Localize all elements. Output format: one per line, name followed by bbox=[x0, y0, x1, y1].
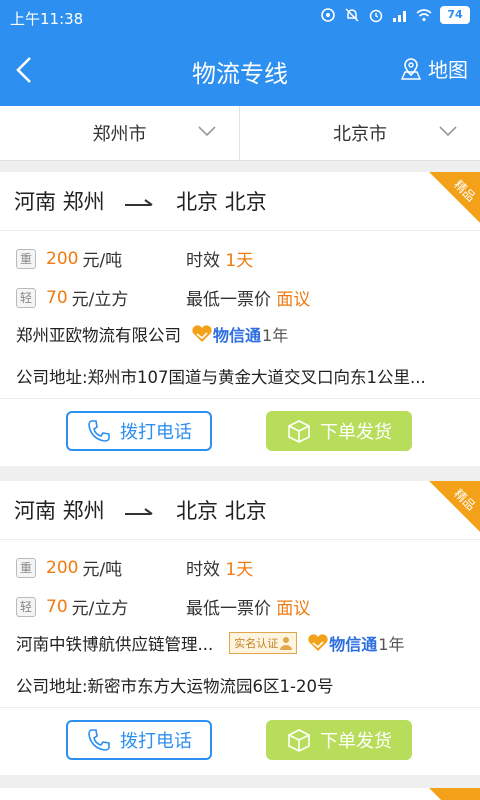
order-button[interactable]: 下单发货 bbox=[266, 411, 412, 451]
company-address: 公司地址:郑州市107国道与黄金大道交叉口向东1公里... bbox=[16, 368, 426, 387]
premium-ribbon: 精品 bbox=[428, 481, 480, 533]
to-city-dropdown[interactable]: 北京市 bbox=[240, 106, 480, 160]
city-filter-bar: 郑州市 北京市 bbox=[0, 106, 480, 161]
wuxintong-badge: 物信通 1年 bbox=[191, 322, 288, 346]
phone-icon bbox=[88, 729, 110, 751]
call-button[interactable]: 拨打电话 bbox=[66, 720, 212, 760]
light-tag: 轻 bbox=[16, 596, 36, 617]
light-unit: 元/立方 bbox=[71, 599, 129, 619]
route: 河南 郑州 北京 北京 bbox=[14, 495, 267, 525]
phone-icon bbox=[88, 420, 110, 442]
listing-card[interactable]: 精品 河南 郑州 北京 北京 重 200 元/吨 时效 1天 轻 70 元/立方… bbox=[0, 172, 480, 466]
premium-ribbon: 精品 bbox=[428, 172, 480, 224]
route-from: 河南 郑州 bbox=[14, 499, 105, 523]
order-button[interactable]: 下单发货 bbox=[266, 720, 412, 760]
map-button[interactable]: 地图 bbox=[400, 54, 468, 83]
map-pin-icon bbox=[400, 57, 422, 80]
light-unit: 元/立方 bbox=[71, 290, 129, 310]
map-label: 地图 bbox=[428, 58, 468, 82]
divider bbox=[0, 707, 480, 708]
light-price: 70 bbox=[46, 596, 68, 617]
transit-time: 时效 1天 bbox=[186, 251, 254, 271]
min-price: 最低一票价 面议 bbox=[186, 290, 311, 310]
divider bbox=[0, 230, 480, 231]
light-price-row: 轻 70 元/立方 bbox=[16, 594, 128, 619]
light-tag: 轻 bbox=[16, 287, 36, 308]
verified-badge: 实名认证 bbox=[229, 632, 298, 654]
listing-card[interactable]: 精品 河南 郑州 北京 北京 重 200 元/吨 时效 1天 轻 70 元/立方… bbox=[0, 481, 480, 775]
box-icon bbox=[288, 729, 310, 752]
light-price: 70 bbox=[46, 287, 68, 308]
status-bar: 上午11:38 74 bbox=[0, 0, 480, 34]
arrow-right-icon bbox=[125, 199, 153, 206]
call-button[interactable]: 拨打电话 bbox=[66, 411, 212, 451]
company-name: 河南中铁博航供应链管理... 实名认证 物信通 1年 bbox=[16, 631, 404, 655]
status-icons: 74 bbox=[320, 6, 470, 24]
arrow-right-icon bbox=[125, 508, 153, 515]
signal-icon bbox=[393, 11, 406, 22]
route-from: 河南 郑州 bbox=[14, 190, 105, 214]
heavy-price: 200 bbox=[46, 557, 79, 578]
battery-icon: 74 bbox=[440, 6, 470, 24]
heavy-price-row: 重 200 元/吨 bbox=[16, 246, 122, 271]
from-city-dropdown[interactable]: 郑州市 bbox=[0, 106, 240, 160]
heart-handshake-icon bbox=[308, 634, 328, 651]
heavy-tag: 重 bbox=[16, 557, 36, 578]
route: 河南 郑州 北京 北京 bbox=[14, 186, 267, 216]
transit-time: 时效 1天 bbox=[186, 560, 254, 580]
wifi-icon bbox=[416, 9, 432, 22]
company-address: 公司地址:新密市东方大运物流园6区1-20号 bbox=[16, 677, 334, 696]
heavy-price: 200 bbox=[46, 248, 79, 269]
to-city-label: 北京市 bbox=[333, 124, 387, 145]
premium-ribbon bbox=[428, 788, 480, 800]
company-name: 郑州亚欧物流有限公司 物信通 1年 bbox=[16, 322, 288, 346]
heavy-unit: 元/吨 bbox=[82, 560, 123, 580]
status-time: 上午11:38 bbox=[10, 10, 84, 28]
nav-bar: 物流专线 地图 bbox=[0, 34, 480, 106]
divider bbox=[0, 398, 480, 399]
heavy-tag: 重 bbox=[16, 248, 36, 269]
from-city-label: 郑州市 bbox=[92, 124, 147, 145]
route-to: 北京 北京 bbox=[176, 190, 267, 214]
route-to: 北京 北京 bbox=[176, 499, 267, 523]
alarm-icon bbox=[369, 9, 383, 23]
chevron-down-icon bbox=[198, 126, 216, 137]
location-icon bbox=[321, 8, 335, 22]
box-icon bbox=[288, 420, 310, 443]
heavy-unit: 元/吨 bbox=[82, 251, 123, 271]
min-price: 最低一票价 面议 bbox=[186, 599, 311, 619]
listing-card[interactable] bbox=[0, 788, 480, 800]
heart-handshake-icon bbox=[192, 325, 212, 342]
chevron-down-icon bbox=[439, 126, 457, 137]
person-icon bbox=[280, 637, 293, 650]
mute-icon bbox=[345, 8, 359, 22]
divider bbox=[0, 539, 480, 540]
wuxintong-badge: 物信通 1年 bbox=[307, 631, 404, 655]
heavy-price-row: 重 200 元/吨 bbox=[16, 555, 122, 580]
light-price-row: 轻 70 元/立方 bbox=[16, 285, 128, 310]
